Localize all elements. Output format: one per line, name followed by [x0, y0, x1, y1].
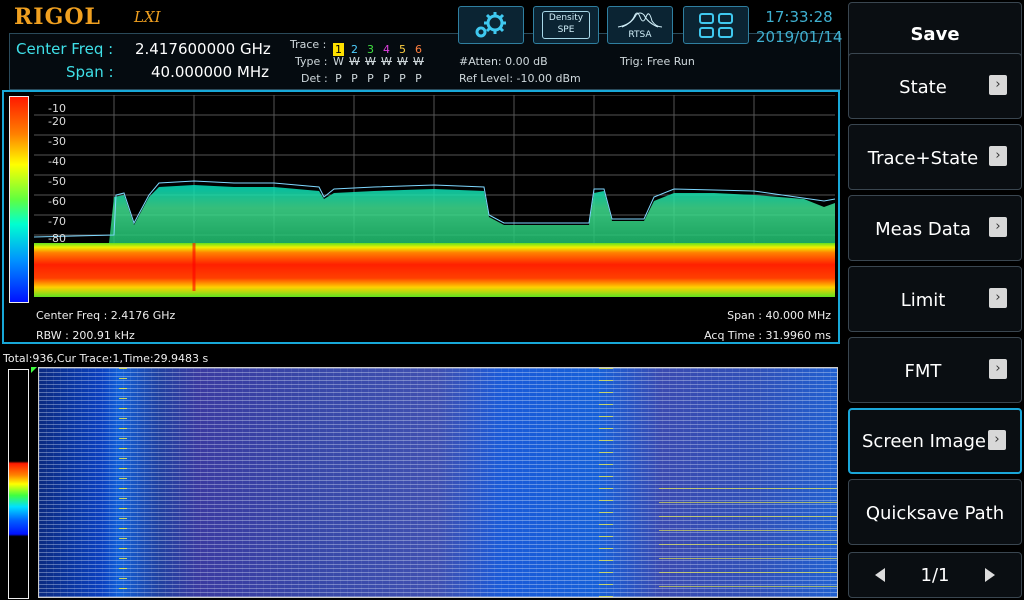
lxi-logo: LXI — [134, 8, 161, 26]
menu-limit[interactable]: Limit › — [848, 266, 1022, 332]
span-label: Span : — [66, 63, 114, 81]
menu-quicksave-path-label: Quicksave Path — [865, 502, 1005, 524]
span-value[interactable]: 40.000000 MHz — [151, 63, 269, 81]
grid-layout-icon — [699, 13, 733, 38]
menu-screen-image-label: Screen Image — [862, 430, 986, 452]
clock-date: 2019/01/14 — [756, 28, 843, 46]
trace-type-3: W — [365, 55, 376, 68]
menu-quicksave-path[interactable]: Quicksave Path — [848, 479, 1022, 545]
spectrum-icon — [617, 12, 663, 28]
ytick: -10 — [48, 102, 66, 115]
ytick: -50 — [48, 175, 66, 188]
trace-det-1: P — [335, 72, 342, 85]
chevron-right-icon: › — [989, 75, 1007, 95]
rtsa-button[interactable]: RTSA — [607, 6, 673, 44]
spectrum-acq-time: Acq Time : 31.9960 ms — [704, 329, 831, 342]
ref-level-value[interactable]: Ref Level: -10.00 dBm — [459, 72, 581, 85]
density-spe-button[interactable]: Density SPE — [533, 6, 599, 44]
trace-det-2: P — [351, 72, 358, 85]
spectrum-span: Span : 40.000 MHz — [727, 309, 831, 322]
ytick: -20 — [48, 115, 66, 128]
menu-fmt[interactable]: FMT › — [848, 337, 1022, 403]
density-label: Density — [548, 13, 584, 23]
menu-state-label: State — [899, 76, 947, 98]
next-page-icon[interactable] — [985, 568, 995, 582]
trace-type-4: W — [381, 55, 392, 68]
menu-fmt-label: FMT — [904, 360, 942, 382]
rigol-logo: RIGOL — [14, 4, 101, 30]
gear-icon — [475, 12, 506, 38]
chevron-right-icon: › — [989, 359, 1007, 379]
ytick: -70 — [48, 215, 66, 228]
trigger-value[interactable]: Trig: Free Run — [620, 55, 695, 68]
ytick: -40 — [48, 155, 66, 168]
trace-type-6: W — [413, 55, 424, 68]
waterfall-signal-band — [119, 368, 127, 597]
spe-label: SPE — [557, 25, 575, 35]
density-color-bar — [9, 96, 29, 303]
clock-time: 17:33:28 — [765, 8, 833, 26]
trace-types: WWWWWW — [333, 55, 443, 68]
ytick: -60 — [48, 195, 66, 208]
trace-det-4: P — [383, 72, 390, 85]
menu-screen-image[interactable]: Screen Image › — [848, 408, 1022, 474]
waterfall-signal-band — [659, 488, 837, 597]
menu-meas-data-label: Meas Data — [875, 218, 971, 240]
settings-button[interactable] — [458, 6, 524, 44]
menu-state[interactable]: State › — [848, 53, 1022, 119]
waterfall-signal-band — [599, 368, 613, 597]
chevron-right-icon: › — [989, 146, 1007, 166]
spectrum-plot[interactable] — [33, 94, 836, 297]
ytick: -80 — [48, 232, 66, 245]
layout-button[interactable] — [683, 6, 749, 44]
type-label: Type : — [295, 55, 328, 68]
rtsa-label: RTSA — [628, 30, 652, 40]
waterfall-color-bar — [8, 369, 29, 599]
det-label: Det : — [301, 72, 328, 85]
waterfall-status: Total:936,Cur Trace:1,Time:29.9483 s — [3, 352, 209, 365]
chevron-right-icon: › — [988, 430, 1006, 450]
spectrum-rbw: RBW : 200.91 kHz — [36, 329, 135, 342]
chevron-right-icon: › — [989, 217, 1007, 237]
menu-meas-data[interactable]: Meas Data › — [848, 195, 1022, 261]
menu-trace-state[interactable]: Trace+State › — [848, 124, 1022, 190]
waterfall-marker-icon — [31, 367, 37, 373]
trace-type-5: W — [397, 55, 408, 68]
center-freq-label: Center Freq : — [16, 40, 114, 58]
menu-pager: 1/1 — [848, 552, 1022, 598]
atten-value[interactable]: #Atten: 0.00 dB — [459, 55, 548, 68]
menu-limit-label: Limit — [900, 289, 946, 311]
trace-dets: PPPPPP — [333, 72, 443, 85]
menu-trace-state-label: Trace+State — [867, 147, 979, 169]
ytick: -30 — [48, 135, 66, 148]
waterfall-plot[interactable] — [38, 367, 838, 598]
trace-det-3: P — [367, 72, 374, 85]
page-indicator: 1/1 — [920, 565, 950, 586]
spectrum-center-freq: Center Freq : 2.4176 GHz — [36, 309, 176, 322]
trace-type-1: W — [333, 55, 344, 68]
chevron-right-icon: › — [989, 288, 1007, 308]
center-freq-value[interactable]: 2.417600000 GHz — [135, 40, 271, 58]
trace-det-5: P — [399, 72, 406, 85]
trace-label: Trace : — [290, 38, 327, 51]
trace-det-6: P — [415, 72, 422, 85]
trace-type-2: W — [349, 55, 360, 68]
